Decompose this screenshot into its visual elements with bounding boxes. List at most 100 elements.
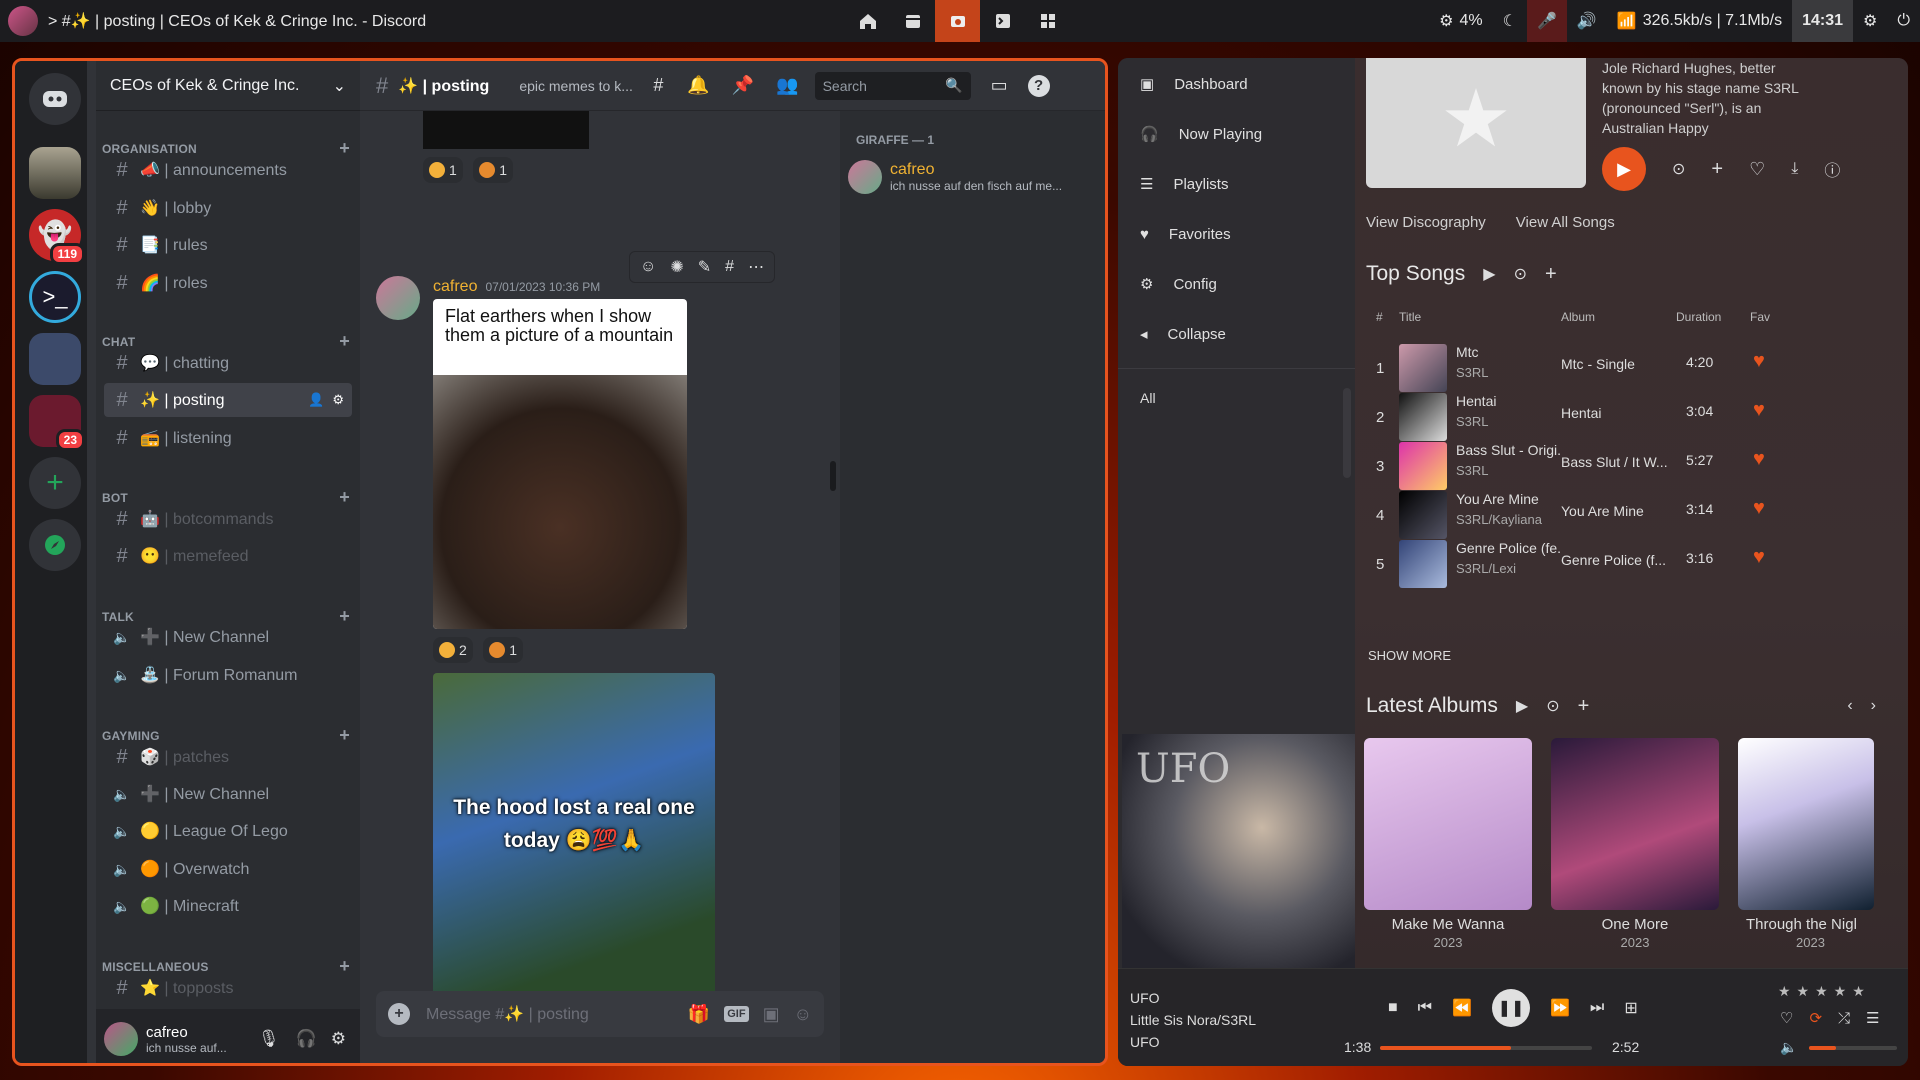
add-server-icon[interactable]: + [29, 457, 81, 509]
reaction[interactable]: 1 [473, 157, 514, 183]
song-album[interactable]: Mtc - Single [1561, 356, 1671, 372]
progress-bar[interactable] [1380, 1046, 1592, 1050]
song-artist[interactable]: S3RL [1456, 365, 1489, 380]
song-artist[interactable]: S3RL/Kayliana [1456, 512, 1542, 527]
microphone-icon[interactable]: 🎙 [258, 1029, 280, 1049]
channel-rules[interactable]: # 📑 | rules [104, 228, 352, 262]
headphones-icon[interactable]: 🎧 [296, 1029, 317, 1049]
channel-lobby[interactable]: # 👋 | lobby [104, 191, 352, 225]
channel-topposts[interactable]: # ⭐ | topposts [104, 971, 352, 1005]
thread-icon[interactable]: # [725, 258, 734, 276]
channel-memefeed[interactable]: # 😶 | memefeed [104, 539, 352, 573]
reaction[interactable]: 2 [433, 637, 473, 663]
scrollbar[interactable] [830, 461, 836, 491]
super-reaction-icon[interactable]: ✺ [670, 257, 683, 277]
song-album[interactable]: Genre Police (f... [1561, 552, 1671, 568]
channel-topic[interactable]: epic memes to k... [519, 78, 639, 94]
album-card[interactable]: Through the Nigl 2023 [1738, 738, 1908, 950]
emoji-picker-icon[interactable]: ☺ [794, 1004, 812, 1025]
shuffle-icon[interactable]: ⤮ [1838, 1010, 1850, 1027]
server-folder-icon[interactable] [29, 333, 81, 385]
pin-icon[interactable]: 📌 [732, 75, 754, 96]
nav-collapse[interactable]: ◂ Collapse [1140, 319, 1226, 349]
channel-roles[interactable]: # 🌈 | roles [104, 266, 352, 300]
terminal-icon[interactable] [980, 0, 1025, 42]
nav-now-playing[interactable]: 🎧 Now Playing [1140, 119, 1262, 149]
server-icon[interactable] [29, 147, 81, 199]
cpu-indicator[interactable]: ⚙ 4% [1429, 0, 1492, 42]
song-artist[interactable]: S3RL [1456, 463, 1489, 478]
channel-botcommands[interactable]: # 🤖 | botcommands [104, 502, 352, 536]
volume-icon[interactable]: 🔈 [1780, 1039, 1797, 1056]
windows-icon[interactable] [1025, 0, 1070, 42]
files-icon[interactable] [890, 0, 935, 42]
invite-icon[interactable]: 👤 [308, 392, 324, 408]
edit-icon[interactable]: ✎ [698, 257, 711, 277]
album-card[interactable]: Make Me Wanna 2023 [1364, 738, 1532, 950]
voice-channel-new[interactable]: 🔈 ➕ | New Channel [104, 777, 352, 811]
members-icon[interactable]: 👥 [776, 75, 798, 96]
scrollbar[interactable] [1343, 388, 1351, 478]
queue-icon[interactable]: ☰ [1866, 1009, 1879, 1027]
play-button[interactable]: ▶ [1602, 147, 1646, 191]
previous-image[interactable] [423, 111, 589, 149]
discord-home-icon[interactable] [29, 73, 81, 125]
play-icon[interactable]: ▶ [1483, 264, 1495, 284]
track-title[interactable]: UFO [1130, 987, 1256, 1009]
channel-patches[interactable]: # 🎲 | patches [104, 740, 352, 774]
favorite-heart-icon[interactable]: ♥ [1753, 448, 1765, 471]
server-icon[interactable]: 👻 119 [29, 209, 85, 265]
bell-icon[interactable]: 🔔 [687, 75, 709, 96]
member-item[interactable]: cafreo ich nusse auf den fisch auf me... [848, 155, 1098, 199]
server-folder-icon[interactable]: 23 [29, 395, 85, 451]
favorite-heart-icon[interactable]: ♥ [1753, 497, 1765, 520]
radio-icon[interactable]: ⊙ [1546, 696, 1559, 716]
voice-channel-forum-romanum[interactable]: 🔈 ⛲ | Forum Romanum [104, 658, 352, 692]
add-icon[interactable]: + [1711, 158, 1723, 181]
download-icon[interactable]: ⤓ [1791, 160, 1798, 178]
add-reaction-icon[interactable]: ☺ [640, 258, 656, 276]
gear-icon[interactable]: ⚙ [331, 1029, 346, 1049]
song-album[interactable]: Bass Slut / It W... [1561, 454, 1671, 470]
help-icon[interactable]: ? [1027, 74, 1050, 97]
play-icon[interactable]: ▶ [1516, 696, 1528, 716]
settings-icon[interactable]: ⚙ [1853, 0, 1887, 42]
filter-all[interactable]: All [1140, 390, 1156, 406]
voice-channel-new[interactable]: 🔈 ➕ | New Channel [104, 620, 352, 654]
song-album[interactable]: You Are Mine [1561, 503, 1671, 519]
song-artist[interactable]: S3RL [1456, 414, 1489, 429]
song-artist[interactable]: S3RL/Lexi [1456, 561, 1516, 576]
rating-stars[interactable]: ★★★★★ [1778, 983, 1871, 1000]
nav-config[interactable]: ⚙ Config [1140, 269, 1217, 299]
info-icon[interactable]: ⓘ [1824, 157, 1840, 181]
album-card[interactable]: One More 2023 [1551, 738, 1719, 950]
avatar[interactable] [104, 1022, 138, 1056]
meme-image[interactable]: The hood lost a real one today 😩💯🙏 [433, 673, 715, 1003]
show-more-button[interactable]: SHOW MORE [1368, 648, 1451, 663]
skip-previous-icon[interactable]: ⏮ [1418, 999, 1432, 1017]
nav-favorites[interactable]: ♥ Favorites [1140, 219, 1231, 249]
terminal-server-icon[interactable]: >_ [29, 271, 81, 323]
stop-icon[interactable]: ■ [1388, 999, 1398, 1017]
heart-icon[interactable]: ♡ [1749, 159, 1765, 180]
now-playing-art[interactable]: UFO [1122, 734, 1355, 968]
queue-add-icon[interactable]: ⊞ [1624, 998, 1637, 1018]
volume-slider[interactable] [1809, 1045, 1898, 1050]
voice-channel-minecraft[interactable]: 🔈 🟢 | Minecraft [104, 889, 352, 923]
col-duration[interactable]: Duration [1676, 310, 1721, 324]
gift-icon[interactable]: 🎁 [688, 1004, 710, 1025]
avatar[interactable] [376, 276, 420, 320]
favorite-heart-icon[interactable]: ♥ [1753, 546, 1765, 569]
track-album[interactable]: UFO [1130, 1031, 1256, 1053]
pause-button[interactable]: ❚❚ [1492, 989, 1530, 1027]
gear-icon[interactable]: ⚙ [332, 392, 344, 408]
clock[interactable]: 14:31 [1792, 0, 1853, 42]
message-author[interactable]: cafreo [433, 278, 477, 296]
channel-announcements[interactable]: # 📣 | announcements [104, 153, 352, 187]
channel-chatting[interactable]: # 💬 | chatting [104, 346, 352, 380]
reaction[interactable]: 1 [423, 157, 463, 183]
meme-image[interactable]: Flat earthers when I show them a picture… [433, 299, 687, 629]
favorite-heart-icon[interactable]: ♥ [1753, 399, 1765, 422]
server-header[interactable]: CEOs of Kek & Cringe Inc. ⌄ [96, 61, 360, 111]
nav-dashboard[interactable]: ▣ Dashboard [1140, 69, 1248, 99]
